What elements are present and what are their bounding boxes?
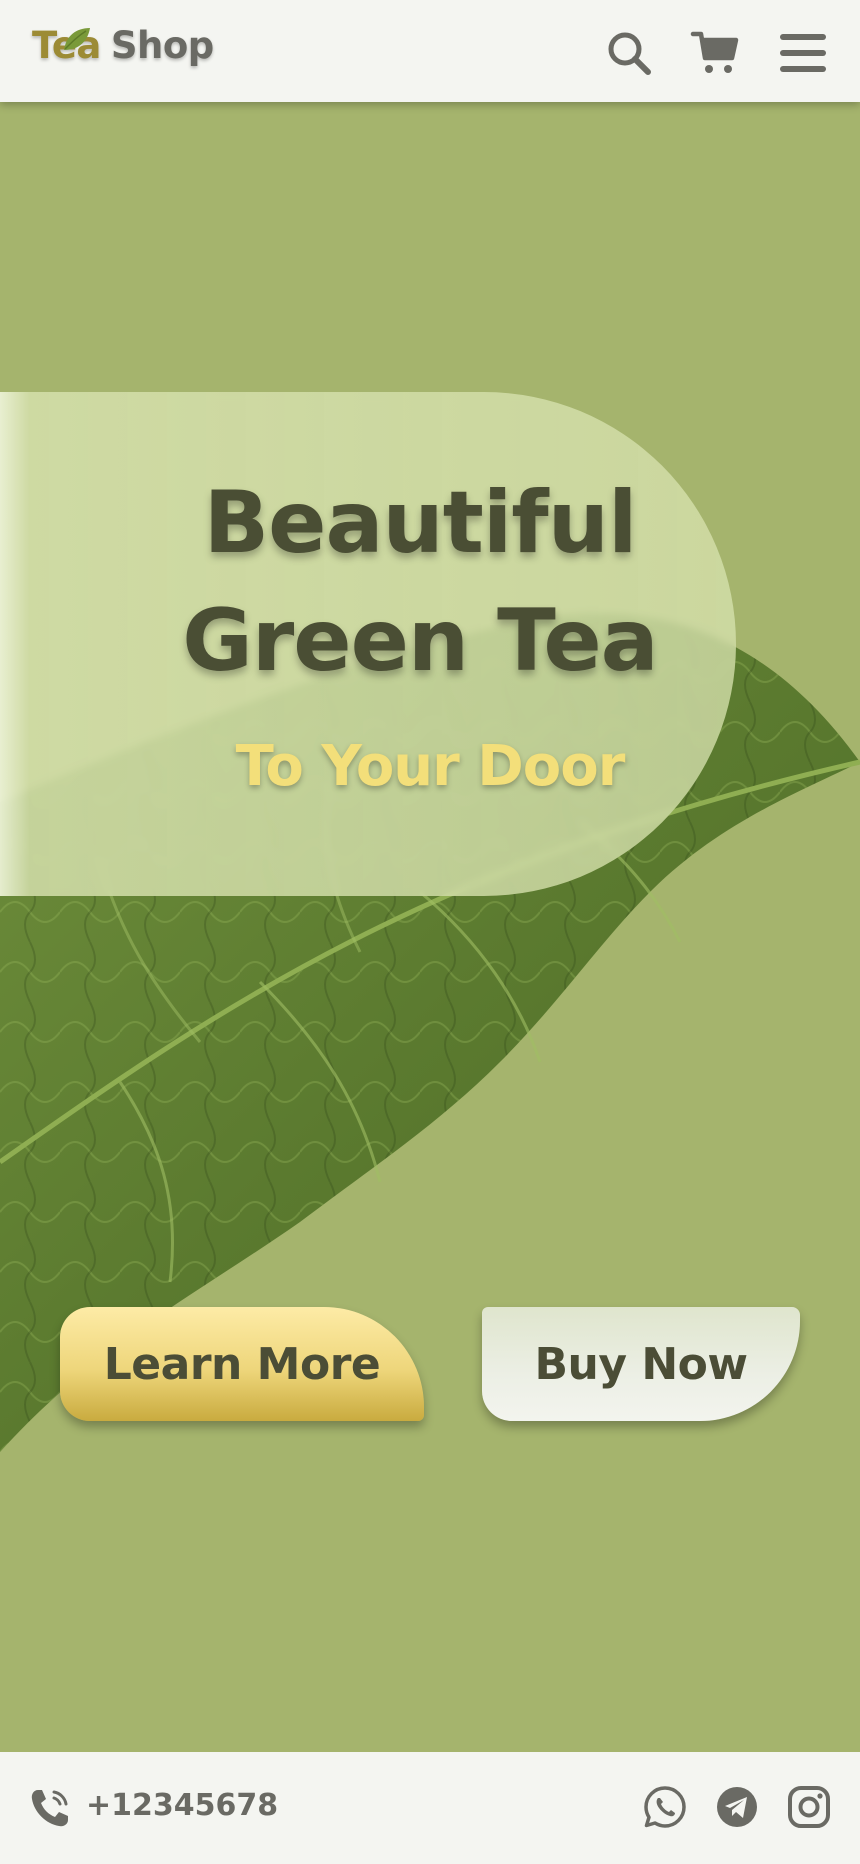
learn-more-button[interactable]: Learn More <box>60 1307 424 1421</box>
phone-icon <box>31 1790 69 1827</box>
logo-shop-text: Shop <box>110 24 214 67</box>
leaf-logo-icon <box>64 28 90 50</box>
buy-now-button[interactable]: Buy Now <box>482 1307 800 1421</box>
instagram-icon[interactable] <box>786 1784 832 1830</box>
hero-headline: Beautiful Green Tea <box>130 464 710 700</box>
top-header: Tea Shop <box>0 0 860 102</box>
telegram-icon[interactable] <box>714 1784 760 1830</box>
cart-icon[interactable] <box>690 28 740 78</box>
logo[interactable]: Tea Shop <box>32 24 214 84</box>
hero-subheadline: To Your Door <box>235 734 626 799</box>
hero-section: Beautiful Green Tea To Your Door Learn M… <box>0 102 860 1752</box>
headline-line-1: Beautiful <box>203 473 638 573</box>
tea-leaf-image <box>0 613 860 1452</box>
hero-text-panel: Beautiful Green Tea To Your Door <box>0 392 736 896</box>
search-icon[interactable] <box>604 28 654 78</box>
footer: +12345678 <box>0 1752 860 1864</box>
phone-number[interactable]: +12345678 <box>86 1788 278 1823</box>
menu-icon[interactable] <box>778 28 828 78</box>
headline-line-2: Green Tea <box>182 591 658 691</box>
whatsapp-icon[interactable] <box>642 1784 688 1830</box>
